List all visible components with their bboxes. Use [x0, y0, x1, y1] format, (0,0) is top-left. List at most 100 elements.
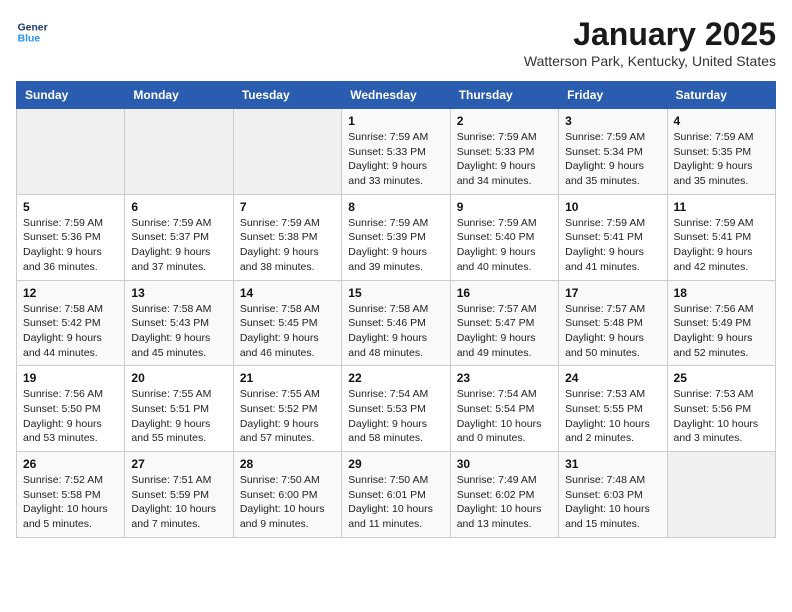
- day-info: Sunrise: 7:55 AM Sunset: 5:51 PM Dayligh…: [131, 387, 226, 446]
- calendar-subtitle: Watterson Park, Kentucky, United States: [524, 53, 776, 69]
- calendar-cell: [17, 109, 125, 195]
- logo: General Blue: [16, 16, 48, 48]
- header-day-monday: Monday: [125, 82, 233, 109]
- header-row: SundayMondayTuesdayWednesdayThursdayFrid…: [17, 82, 776, 109]
- day-info: Sunrise: 7:54 AM Sunset: 5:54 PM Dayligh…: [457, 387, 552, 446]
- calendar-cell: [233, 109, 341, 195]
- calendar-cell: 31 Sunrise: 7:48 AM Sunset: 6:03 PM Dayli…: [559, 452, 667, 538]
- svg-text:Blue: Blue: [18, 34, 41, 45]
- day-info: Sunrise: 7:56 AM Sunset: 5:50 PM Dayligh…: [23, 387, 118, 446]
- day-info: Sunrise: 7:59 AM Sunset: 5:33 PM Dayligh…: [457, 130, 552, 189]
- day-info: Sunrise: 7:59 AM Sunset: 5:39 PM Dayligh…: [348, 216, 443, 275]
- day-number: 8: [348, 200, 443, 214]
- calendar-cell: 5Sunrise: 7:59 AM Sunset: 5:36 PM Daylig…: [17, 194, 125, 280]
- day-number: 26: [23, 457, 118, 471]
- day-number: 24: [565, 371, 660, 385]
- day-number: 21: [240, 371, 335, 385]
- day-info: Sunrise: 7:59 AM Sunset: 5:36 PM Dayligh…: [23, 216, 118, 275]
- day-info: Sunrise: 7:58 AM Sunset: 5:45 PM Dayligh…: [240, 302, 335, 361]
- day-info: Sunrise: 7:56 AM Sunset: 5:49 PM Dayligh…: [674, 302, 769, 361]
- day-number: 17: [565, 286, 660, 300]
- calendar-cell: 14 Sunrise: 7:58 AM Sunset: 5:45 PM Dayli…: [233, 280, 341, 366]
- day-info: Sunrise: 7:58 AM Sunset: 5:42 PM Dayligh…: [23, 302, 118, 361]
- day-info: Sunrise: 7:59 AM Sunset: 5:35 PM Dayligh…: [674, 130, 769, 189]
- week-row-3: 12 Sunrise: 7:58 AM Sunset: 5:42 PM Dayli…: [17, 280, 776, 366]
- day-info: Sunrise: 7:59 AM Sunset: 5:38 PM Dayligh…: [240, 216, 335, 275]
- day-number: 19: [23, 371, 118, 385]
- day-number: 3: [565, 114, 660, 128]
- day-info: Sunrise: 7:57 AM Sunset: 5:48 PM Dayligh…: [565, 302, 660, 361]
- calendar-cell: 21Sunrise: 7:55 AM Sunset: 5:52 PM Dayli…: [233, 366, 341, 452]
- calendar-cell: 22 Sunrise: 7:54 AM Sunset: 5:53 PM Dayli…: [342, 366, 450, 452]
- day-info: Sunrise: 7:59 AM Sunset: 5:33 PM Dayligh…: [348, 130, 443, 189]
- header-day-friday: Friday: [559, 82, 667, 109]
- day-number: 20: [131, 371, 226, 385]
- calendar-cell: 25Sunrise: 7:53 AM Sunset: 5:56 PM Dayli…: [667, 366, 775, 452]
- day-info: Sunrise: 7:59 AM Sunset: 5:41 PM Dayligh…: [565, 216, 660, 275]
- header-day-sunday: Sunday: [17, 82, 125, 109]
- calendar-cell: 7Sunrise: 7:59 AM Sunset: 5:38 PM Daylig…: [233, 194, 341, 280]
- day-info: Sunrise: 7:57 AM Sunset: 5:47 PM Dayligh…: [457, 302, 552, 361]
- week-row-1: 1 Sunrise: 7:59 AM Sunset: 5:33 PM Daylig…: [17, 109, 776, 195]
- svg-text:General: General: [18, 22, 48, 33]
- calendar-cell: [667, 452, 775, 538]
- calendar-cell: 1 Sunrise: 7:59 AM Sunset: 5:33 PM Daylig…: [342, 109, 450, 195]
- day-info: Sunrise: 7:58 AM Sunset: 5:46 PM Dayligh…: [348, 302, 443, 361]
- calendar-cell: 24Sunrise: 7:53 AM Sunset: 5:55 PM Dayli…: [559, 366, 667, 452]
- header-day-thursday: Thursday: [450, 82, 558, 109]
- day-number: 22: [348, 371, 443, 385]
- calendar-cell: 12 Sunrise: 7:58 AM Sunset: 5:42 PM Dayli…: [17, 280, 125, 366]
- day-info: Sunrise: 7:59 AM Sunset: 5:34 PM Dayligh…: [565, 130, 660, 189]
- calendar-cell: 16 Sunrise: 7:57 AM Sunset: 5:47 PM Dayli…: [450, 280, 558, 366]
- calendar-title: January 2025: [524, 16, 776, 53]
- day-number: 18: [674, 286, 769, 300]
- day-number: 6: [131, 200, 226, 214]
- day-number: 4: [674, 114, 769, 128]
- week-row-5: 26 Sunrise: 7:52 AM Sunset: 5:58 PM Dayli…: [17, 452, 776, 538]
- calendar-cell: 4 Sunrise: 7:59 AM Sunset: 5:35 PM Daylig…: [667, 109, 775, 195]
- day-info: Sunrise: 7:50 AM Sunset: 6:01 PM Dayligh…: [348, 473, 443, 532]
- calendar-cell: 20 Sunrise: 7:55 AM Sunset: 5:51 PM Dayli…: [125, 366, 233, 452]
- calendar-body: 1 Sunrise: 7:59 AM Sunset: 5:33 PM Daylig…: [17, 109, 776, 538]
- day-number: 14: [240, 286, 335, 300]
- logo-icon: General Blue: [16, 16, 48, 48]
- calendar-cell: 29 Sunrise: 7:50 AM Sunset: 6:01 PM Dayli…: [342, 452, 450, 538]
- day-number: 16: [457, 286, 552, 300]
- day-number: 15: [348, 286, 443, 300]
- week-row-4: 19 Sunrise: 7:56 AM Sunset: 5:50 PM Dayli…: [17, 366, 776, 452]
- day-info: Sunrise: 7:52 AM Sunset: 5:58 PM Dayligh…: [23, 473, 118, 532]
- calendar-cell: [125, 109, 233, 195]
- calendar-cell: 11Sunrise: 7:59 AM Sunset: 5:41 PM Dayli…: [667, 194, 775, 280]
- week-row-2: 5Sunrise: 7:59 AM Sunset: 5:36 PM Daylig…: [17, 194, 776, 280]
- calendar-cell: 28 Sunrise: 7:50 AM Sunset: 6:00 PM Dayli…: [233, 452, 341, 538]
- calendar-cell: 27Sunrise: 7:51 AM Sunset: 5:59 PM Dayli…: [125, 452, 233, 538]
- day-number: 30: [457, 457, 552, 471]
- day-number: 31: [565, 457, 660, 471]
- calendar-cell: 18 Sunrise: 7:56 AM Sunset: 5:49 PM Dayli…: [667, 280, 775, 366]
- calendar-cell: 15 Sunrise: 7:58 AM Sunset: 5:46 PM Dayli…: [342, 280, 450, 366]
- day-number: 28: [240, 457, 335, 471]
- calendar-cell: 2 Sunrise: 7:59 AM Sunset: 5:33 PM Daylig…: [450, 109, 558, 195]
- day-number: 25: [674, 371, 769, 385]
- calendar-cell: 6Sunrise: 7:59 AM Sunset: 5:37 PM Daylig…: [125, 194, 233, 280]
- title-area: January 2025 Watterson Park, Kentucky, U…: [524, 16, 776, 69]
- day-number: 1: [348, 114, 443, 128]
- day-number: 11: [674, 200, 769, 214]
- calendar-cell: 26 Sunrise: 7:52 AM Sunset: 5:58 PM Dayli…: [17, 452, 125, 538]
- header-day-wednesday: Wednesday: [342, 82, 450, 109]
- day-info: Sunrise: 7:54 AM Sunset: 5:53 PM Dayligh…: [348, 387, 443, 446]
- day-number: 12: [23, 286, 118, 300]
- calendar-cell: 19 Sunrise: 7:56 AM Sunset: 5:50 PM Dayli…: [17, 366, 125, 452]
- day-info: Sunrise: 7:48 AM Sunset: 6:03 PM Dayligh…: [565, 473, 660, 532]
- day-number: 13: [131, 286, 226, 300]
- day-number: 2: [457, 114, 552, 128]
- header-day-tuesday: Tuesday: [233, 82, 341, 109]
- calendar-table: SundayMondayTuesdayWednesdayThursdayFrid…: [16, 81, 776, 538]
- calendar-header: SundayMondayTuesdayWednesdayThursdayFrid…: [17, 82, 776, 109]
- calendar-cell: 30Sunrise: 7:49 AM Sunset: 6:02 PM Dayli…: [450, 452, 558, 538]
- day-info: Sunrise: 7:50 AM Sunset: 6:00 PM Dayligh…: [240, 473, 335, 532]
- day-number: 29: [348, 457, 443, 471]
- calendar-cell: 23 Sunrise: 7:54 AM Sunset: 5:54 PM Dayli…: [450, 366, 558, 452]
- day-number: 10: [565, 200, 660, 214]
- day-number: 23: [457, 371, 552, 385]
